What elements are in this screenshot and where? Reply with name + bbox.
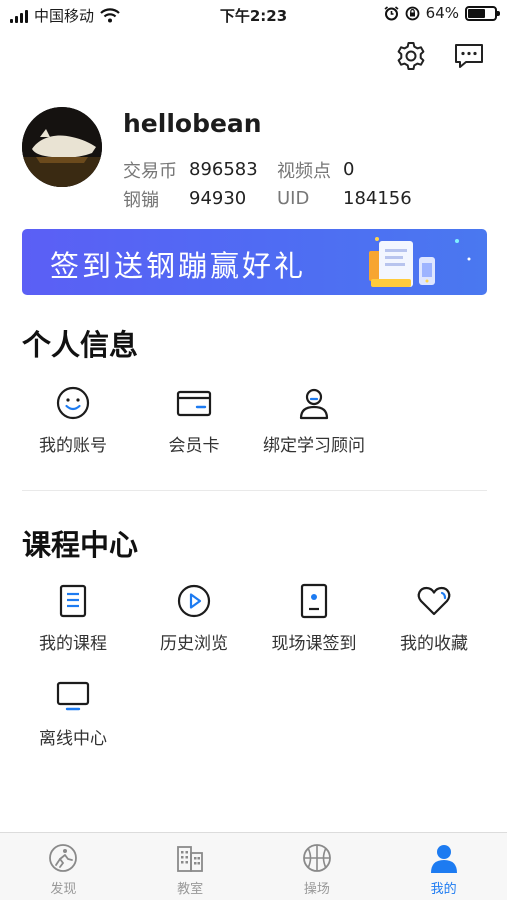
person-icon xyxy=(430,845,457,873)
offline-center-item[interactable]: 离线中心 xyxy=(13,676,133,749)
favorites-label: 我的收藏 xyxy=(400,634,468,654)
tab-discover[interactable]: 发现 xyxy=(0,833,127,900)
document-icon xyxy=(59,584,87,618)
advisor-icon xyxy=(299,388,329,420)
heart-icon xyxy=(417,586,451,616)
tab-discover-label: 发现 xyxy=(50,882,77,897)
tab-mine-label: 我的 xyxy=(430,882,457,897)
member-card-item[interactable]: 会员卡 xyxy=(134,383,254,456)
tab-classroom[interactable]: 教室 xyxy=(127,833,254,900)
member-card-label: 会员卡 xyxy=(168,436,220,456)
settings-gear-icon[interactable] xyxy=(395,40,427,72)
my-account-label: 我的账号 xyxy=(39,436,107,456)
gang-label: 钢镚 xyxy=(123,189,159,211)
profile-stats: 交易币 896583 视频点 0 钢镚 94930 UID 184156 xyxy=(123,155,412,213)
favorites-item[interactable]: 我的收藏 xyxy=(374,581,494,654)
course-center-title: 课程中心 xyxy=(22,528,139,562)
top-actions xyxy=(395,40,485,72)
tab-playground-label: 操场 xyxy=(303,882,330,897)
history-item[interactable]: 历史浏览 xyxy=(134,581,254,654)
tab-mine[interactable]: 我的 xyxy=(380,833,507,900)
my-courses-label: 我的课程 xyxy=(39,634,107,654)
rotation-lock-icon xyxy=(405,6,420,20)
tab-classroom-label: 教室 xyxy=(177,882,204,897)
tab-playground[interactable]: 操场 xyxy=(254,833,381,900)
bind-advisor-item[interactable]: 绑定学习顾问 xyxy=(254,383,374,456)
profile-card: hellobean 交易币 896583 视频点 0 钢镚 94930 UID … xyxy=(22,107,492,211)
video-points-value: 0 xyxy=(343,159,355,180)
avatar-image xyxy=(22,107,102,187)
checkin-banner[interactable]: 签到送钢蹦赢好礼 xyxy=(22,229,487,295)
alarm-icon xyxy=(384,5,399,20)
my-courses-item[interactable]: 我的课程 xyxy=(13,581,133,654)
badge-icon xyxy=(300,583,328,619)
uid-value: 184156 xyxy=(343,188,412,209)
card-icon xyxy=(176,390,212,417)
username: hellobean xyxy=(123,109,262,138)
coins-label: 交易币 xyxy=(123,160,177,182)
history-label: 历史浏览 xyxy=(160,634,228,654)
building-icon xyxy=(177,846,204,872)
status-bar: 中国移动 下午2:23 64% xyxy=(0,0,507,30)
battery-icon xyxy=(465,5,500,21)
stat-row-2: 钢镚 94930 UID 184156 xyxy=(123,184,412,213)
avatar[interactable] xyxy=(22,107,102,187)
battery-percent: 64% xyxy=(425,4,459,22)
onsite-checkin-item[interactable]: 现场课签到 xyxy=(254,581,374,654)
bottom-tab-bar: 发现 教室 操场 我的 xyxy=(0,832,507,900)
uid-label: UID xyxy=(277,188,310,209)
smile-icon xyxy=(56,386,90,420)
message-icon[interactable] xyxy=(453,40,485,72)
personal-info-title: 个人信息 xyxy=(22,328,139,362)
gang-value: 94930 xyxy=(189,188,247,209)
discover-icon xyxy=(49,844,78,872)
my-account-item[interactable]: 我的账号 xyxy=(13,383,133,456)
section-divider xyxy=(22,490,487,491)
coins-value: 896583 xyxy=(189,159,258,180)
banner-text: 签到送钢蹦赢好礼 xyxy=(50,249,307,283)
banner-illustration xyxy=(369,237,471,287)
basketball-icon xyxy=(302,844,331,872)
battery-fill xyxy=(468,8,485,18)
play-icon xyxy=(177,584,211,618)
monitor-icon xyxy=(56,681,90,711)
offline-center-label: 离线中心 xyxy=(39,729,107,749)
bind-advisor-label: 绑定学习顾问 xyxy=(263,436,365,456)
stat-row-1: 交易币 896583 视频点 0 xyxy=(123,155,412,184)
onsite-checkin-label: 现场课签到 xyxy=(271,634,357,654)
status-right: 64% xyxy=(384,4,500,22)
video-points-label: 视频点 xyxy=(277,160,331,182)
